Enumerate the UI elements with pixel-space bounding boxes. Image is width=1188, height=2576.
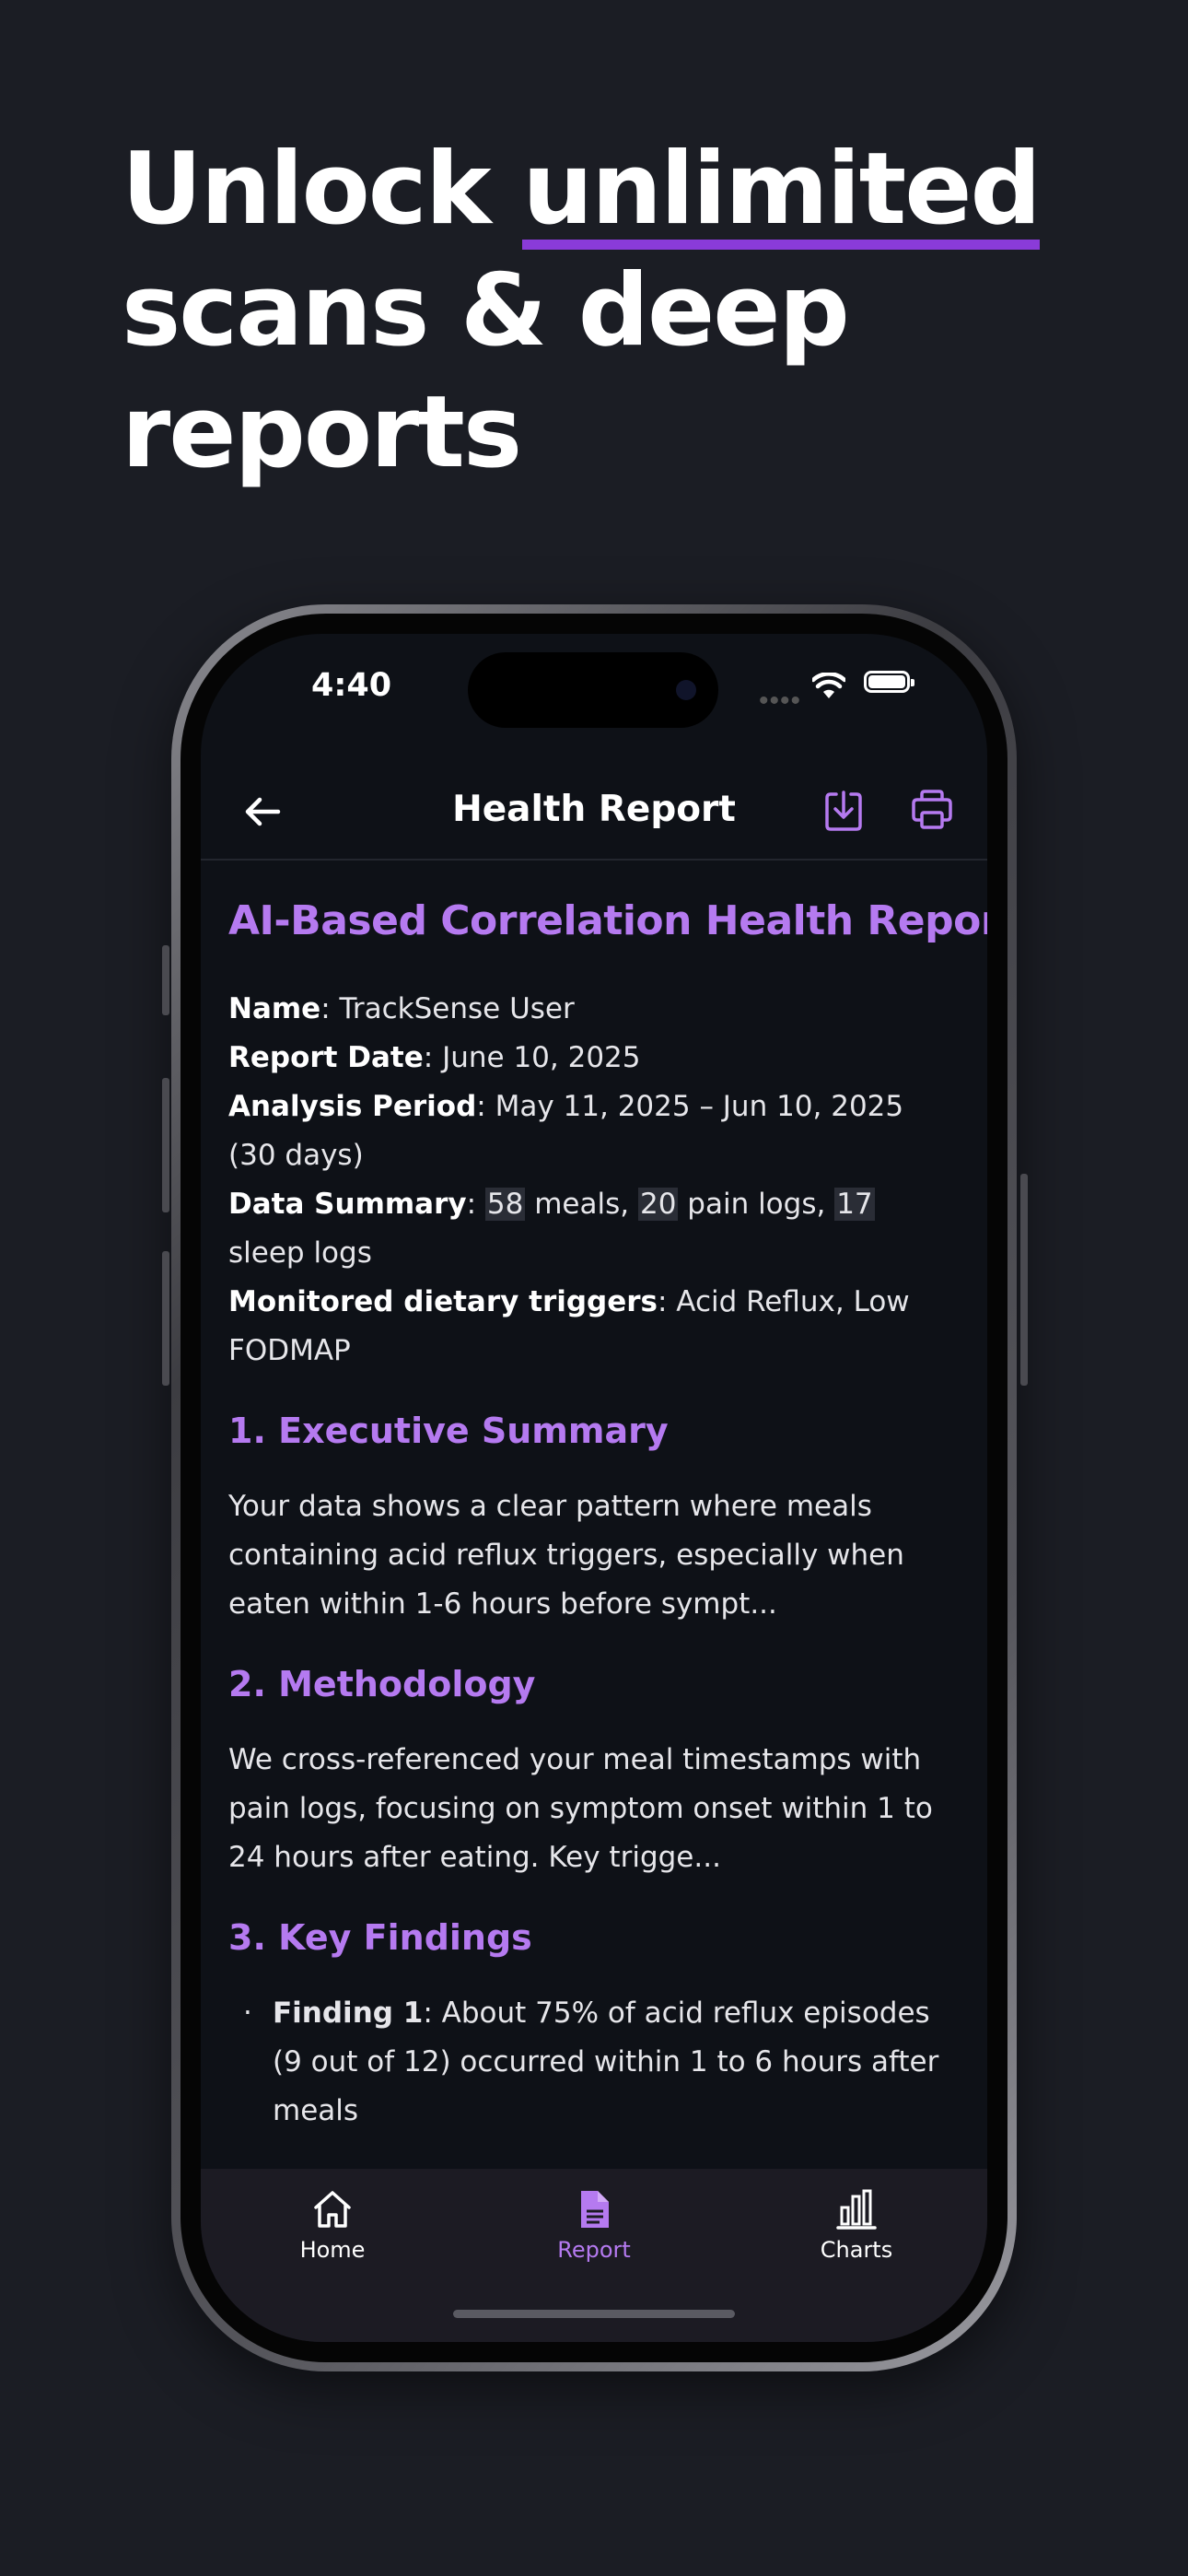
report-meta: Name: TrackSense User Report Date: June … — [228, 985, 960, 1376]
finding-item: · Finding 1: About 75% of acid reflux epi… — [228, 1989, 960, 2136]
headline-line1-prefix: Unlock — [122, 132, 523, 247]
dynamic-island — [468, 652, 718, 728]
page-title: Health Report — [452, 789, 736, 830]
meals-count: 58 — [484, 1188, 526, 1221]
tab-report-label: Report — [557, 2237, 631, 2263]
action-button — [162, 945, 169, 1015]
tab-bar: Home Report Charts — [201, 2169, 987, 2342]
bullet-icon: · — [243, 1996, 252, 2030]
meta-period-label: Analysis Period — [228, 1090, 477, 1123]
headline-highlight: unlimited — [522, 140, 1042, 250]
key-findings-heading: 3. Key Findings — [228, 1917, 532, 1958]
meals-text: meals, — [525, 1188, 638, 1221]
meta-name-value: : TrackSense User — [320, 992, 575, 1025]
signal-dots-icon: •••• — [759, 685, 802, 716]
battery-icon — [864, 671, 914, 693]
meta-triggers: Monitored dietary triggers: Acid Reflux,… — [228, 1278, 960, 1376]
home-icon — [314, 2191, 351, 2228]
headline-line2: scans & deep — [122, 253, 850, 369]
status-time: 4:40 — [311, 667, 392, 704]
executive-summary-text: Your data shows a clear pattern where me… — [228, 1490, 904, 1621]
headline-line3: reports — [122, 375, 522, 490]
pain-count: 20 — [637, 1188, 679, 1221]
executive-summary-heading: 1. Executive Summary — [228, 1411, 669, 1451]
pain-text: pain logs, — [678, 1188, 835, 1221]
finding-label: Finding 1 — [273, 1996, 424, 2030]
meta-name: Name: TrackSense User — [228, 985, 960, 1034]
meta-summary-sep: : — [466, 1188, 485, 1221]
navbar: Health Report — [201, 763, 987, 861]
status-bar: 4:40 •••• — [201, 634, 987, 744]
meta-date-label: Report Date — [228, 1041, 424, 1074]
print-icon[interactable] — [910, 787, 954, 833]
meta-period: Analysis Period: May 11, 2025 – Jun 10, … — [228, 1083, 960, 1180]
meta-summary-label: Data Summary — [228, 1188, 467, 1221]
tab-report[interactable]: Report — [502, 2187, 686, 2263]
volume-up-button — [162, 1078, 169, 1212]
report-content: AI-Based Correlation Health Report Name:… — [228, 897, 987, 2136]
headline: Unlock unlimited scans & deep reports — [122, 129, 1042, 494]
download-icon[interactable] — [823, 787, 864, 833]
tab-charts[interactable]: Charts — [764, 2187, 949, 2263]
meta-date-value: : June 10, 2025 — [423, 1041, 641, 1074]
phone-screen: 4:40 •••• Health Report AI-Based Correla… — [201, 634, 987, 2342]
methodology-text: We cross-referenced your meal timestamps… — [228, 1743, 933, 1874]
bar-chart-icon — [836, 2189, 877, 2230]
tab-home[interactable]: Home — [240, 2187, 425, 2263]
methodology-heading: 2. Methodology — [228, 1664, 536, 1704]
sleep-count: 17 — [834, 1188, 875, 1221]
tab-home-label: Home — [299, 2237, 366, 2263]
tab-charts-label: Charts — [820, 2237, 893, 2263]
power-button — [1020, 1174, 1028, 1386]
camera-icon — [676, 680, 696, 700]
meta-triggers-label: Monitored dietary triggers — [228, 1285, 658, 1318]
sleep-text: sleep logs — [228, 1236, 372, 1270]
report-title: AI-Based Correlation Health Report — [228, 897, 987, 944]
meta-summary: Data Summary: 58 meals, 20 pain logs, 17… — [228, 1180, 960, 1278]
meta-date: Report Date: June 10, 2025 — [228, 1034, 960, 1083]
document-icon — [581, 2191, 609, 2228]
wifi-icon — [812, 673, 845, 698]
meta-name-label: Name — [228, 992, 321, 1025]
home-indicator[interactable] — [453, 2310, 735, 2318]
volume-down-button — [162, 1251, 169, 1386]
